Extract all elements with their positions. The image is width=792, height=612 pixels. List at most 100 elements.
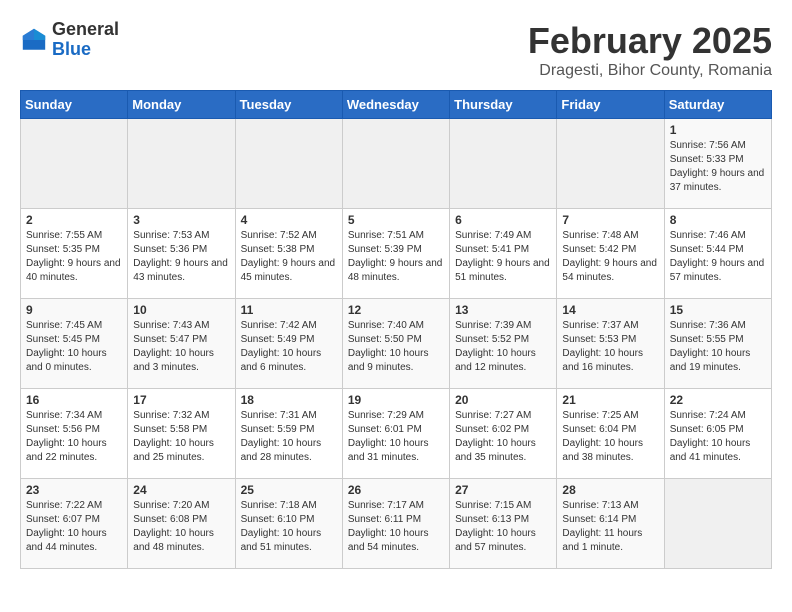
day-number: 24 [133, 483, 229, 497]
weekday-header-wednesday: Wednesday [342, 91, 449, 119]
day-info: Sunrise: 7:25 AM Sunset: 6:04 PM Dayligh… [562, 409, 658, 465]
day-info: Sunrise: 7:51 AM Sunset: 5:39 PM Dayligh… [348, 229, 444, 285]
day-number: 11 [241, 303, 337, 317]
month-title: February 2025 [528, 20, 772, 62]
day-number: 2 [26, 213, 122, 227]
day-info: Sunrise: 7:34 AM Sunset: 5:56 PM Dayligh… [26, 409, 122, 465]
day-number: 19 [348, 393, 444, 407]
day-info: Sunrise: 7:13 AM Sunset: 6:14 PM Dayligh… [562, 499, 658, 555]
calendar-cell: 3Sunrise: 7:53 AM Sunset: 5:36 PM Daylig… [128, 209, 235, 299]
day-number: 16 [26, 393, 122, 407]
day-info: Sunrise: 7:45 AM Sunset: 5:45 PM Dayligh… [26, 319, 122, 375]
day-info: Sunrise: 7:24 AM Sunset: 6:05 PM Dayligh… [670, 409, 766, 465]
calendar-cell [128, 119, 235, 209]
calendar-cell [664, 479, 771, 569]
day-number: 6 [455, 213, 551, 227]
calendar-cell: 16 Sunrise: 7:34 AM Sunset: 5:56 PM Dayli… [21, 389, 128, 479]
logo: General Blue [20, 20, 119, 60]
day-info: Sunrise: 7:31 AM Sunset: 5:59 PM Dayligh… [241, 409, 337, 465]
calendar-cell: 19 Sunrise: 7:29 AM Sunset: 6:01 PM Dayli… [342, 389, 449, 479]
page-header: General Blue February 2025 Dragesti, Bih… [20, 20, 772, 80]
logo-text: General Blue [52, 20, 119, 60]
calendar-cell: 25 Sunrise: 7:18 AM Sunset: 6:10 PM Dayli… [235, 479, 342, 569]
weekday-header-tuesday: Tuesday [235, 91, 342, 119]
day-info: Sunrise: 7:52 AM Sunset: 5:38 PM Dayligh… [241, 229, 337, 285]
weekday-header-row: SundayMondayTuesdayWednesdayThursdayFrid… [21, 91, 772, 119]
calendar-cell [235, 119, 342, 209]
calendar-cell: 15Sunrise: 7:36 AM Sunset: 5:55 PM Dayli… [664, 299, 771, 389]
calendar-cell: 6 Sunrise: 7:49 AM Sunset: 5:41 PM Daylig… [450, 209, 557, 299]
calendar-cell: 23 Sunrise: 7:22 AM Sunset: 6:07 PM Dayli… [21, 479, 128, 569]
weekday-header-friday: Friday [557, 91, 664, 119]
logo-general: General [52, 20, 119, 40]
day-number: 22 [670, 393, 766, 407]
day-info: Sunrise: 7:49 AM Sunset: 5:41 PM Dayligh… [455, 229, 551, 285]
calendar-cell: 22 Sunrise: 7:24 AM Sunset: 6:05 PM Dayli… [664, 389, 771, 479]
calendar-cell: 4 Sunrise: 7:52 AM Sunset: 5:38 PM Daylig… [235, 209, 342, 299]
logo-icon [20, 26, 48, 54]
calendar-cell: 24 Sunrise: 7:20 AM Sunset: 6:08 PM Dayli… [128, 479, 235, 569]
calendar-week-5: 23 Sunrise: 7:22 AM Sunset: 6:07 PM Dayli… [21, 479, 772, 569]
day-number: 12 [348, 303, 444, 317]
calendar-cell: 17Sunrise: 7:32 AM Sunset: 5:58 PM Dayli… [128, 389, 235, 479]
day-info: Sunrise: 7:43 AM Sunset: 5:47 PM Dayligh… [133, 319, 229, 375]
calendar-week-4: 16 Sunrise: 7:34 AM Sunset: 5:56 PM Dayli… [21, 389, 772, 479]
day-number: 18 [241, 393, 337, 407]
day-info: Sunrise: 7:48 AM Sunset: 5:42 PM Dayligh… [562, 229, 658, 285]
calendar-week-2: 2 Sunrise: 7:55 AM Sunset: 5:35 PM Daylig… [21, 209, 772, 299]
day-number: 20 [455, 393, 551, 407]
day-number: 7 [562, 213, 658, 227]
day-info: Sunrise: 7:17 AM Sunset: 6:11 PM Dayligh… [348, 499, 444, 555]
day-info: Sunrise: 7:15 AM Sunset: 6:13 PM Dayligh… [455, 499, 551, 555]
day-info: Sunrise: 7:46 AM Sunset: 5:44 PM Dayligh… [670, 229, 766, 285]
day-number: 28 [562, 483, 658, 497]
logo-blue: Blue [52, 40, 119, 60]
calendar-cell [342, 119, 449, 209]
day-info: Sunrise: 7:29 AM Sunset: 6:01 PM Dayligh… [348, 409, 444, 465]
calendar-cell: 12 Sunrise: 7:40 AM Sunset: 5:50 PM Dayli… [342, 299, 449, 389]
day-number: 23 [26, 483, 122, 497]
day-number: 9 [26, 303, 122, 317]
calendar-cell: 14 Sunrise: 7:37 AM Sunset: 5:53 PM Dayli… [557, 299, 664, 389]
calendar-cell: 2 Sunrise: 7:55 AM Sunset: 5:35 PM Daylig… [21, 209, 128, 299]
weekday-header-thursday: Thursday [450, 91, 557, 119]
day-info: Sunrise: 7:27 AM Sunset: 6:02 PM Dayligh… [455, 409, 551, 465]
calendar-cell: 8Sunrise: 7:46 AM Sunset: 5:44 PM Daylig… [664, 209, 771, 299]
day-number: 3 [133, 213, 229, 227]
calendar-cell: 13 Sunrise: 7:39 AM Sunset: 5:52 PM Dayli… [450, 299, 557, 389]
title-block: February 2025 Dragesti, Bihor County, Ro… [528, 20, 772, 80]
calendar-cell: 27 Sunrise: 7:15 AM Sunset: 6:13 PM Dayli… [450, 479, 557, 569]
day-number: 10 [133, 303, 229, 317]
day-info: Sunrise: 7:55 AM Sunset: 5:35 PM Dayligh… [26, 229, 122, 285]
day-info: Sunrise: 7:18 AM Sunset: 6:10 PM Dayligh… [241, 499, 337, 555]
day-number: 21 [562, 393, 658, 407]
calendar-cell: 9 Sunrise: 7:45 AM Sunset: 5:45 PM Daylig… [21, 299, 128, 389]
weekday-header-saturday: Saturday [664, 91, 771, 119]
day-info: Sunrise: 7:37 AM Sunset: 5:53 PM Dayligh… [562, 319, 658, 375]
day-number: 14 [562, 303, 658, 317]
day-number: 17 [133, 393, 229, 407]
day-number: 4 [241, 213, 337, 227]
weekday-header-monday: Monday [128, 91, 235, 119]
calendar-week-1: 1Sunrise: 7:56 AM Sunset: 5:33 PM Daylig… [21, 119, 772, 209]
calendar-cell: 10 Sunrise: 7:43 AM Sunset: 5:47 PM Dayli… [128, 299, 235, 389]
day-info: Sunrise: 7:22 AM Sunset: 6:07 PM Dayligh… [26, 499, 122, 555]
day-number: 15 [670, 303, 766, 317]
day-info: Sunrise: 7:20 AM Sunset: 6:08 PM Dayligh… [133, 499, 229, 555]
calendar-cell: 18 Sunrise: 7:31 AM Sunset: 5:59 PM Dayli… [235, 389, 342, 479]
day-info: Sunrise: 7:40 AM Sunset: 5:50 PM Dayligh… [348, 319, 444, 375]
calendar-week-3: 9 Sunrise: 7:45 AM Sunset: 5:45 PM Daylig… [21, 299, 772, 389]
calendar-cell: 20 Sunrise: 7:27 AM Sunset: 6:02 PM Dayli… [450, 389, 557, 479]
day-number: 13 [455, 303, 551, 317]
calendar-cell: 11Sunrise: 7:42 AM Sunset: 5:49 PM Dayli… [235, 299, 342, 389]
day-number: 27 [455, 483, 551, 497]
location-title: Dragesti, Bihor County, Romania [528, 62, 772, 80]
calendar-cell: 28 Sunrise: 7:13 AM Sunset: 6:14 PM Dayli… [557, 479, 664, 569]
calendar-cell: 1Sunrise: 7:56 AM Sunset: 5:33 PM Daylig… [664, 119, 771, 209]
calendar-cell: 21 Sunrise: 7:25 AM Sunset: 6:04 PM Dayli… [557, 389, 664, 479]
day-number: 25 [241, 483, 337, 497]
day-number: 1 [670, 123, 766, 137]
day-info: Sunrise: 7:39 AM Sunset: 5:52 PM Dayligh… [455, 319, 551, 375]
calendar-table: SundayMondayTuesdayWednesdayThursdayFrid… [20, 90, 772, 569]
weekday-header-sunday: Sunday [21, 91, 128, 119]
